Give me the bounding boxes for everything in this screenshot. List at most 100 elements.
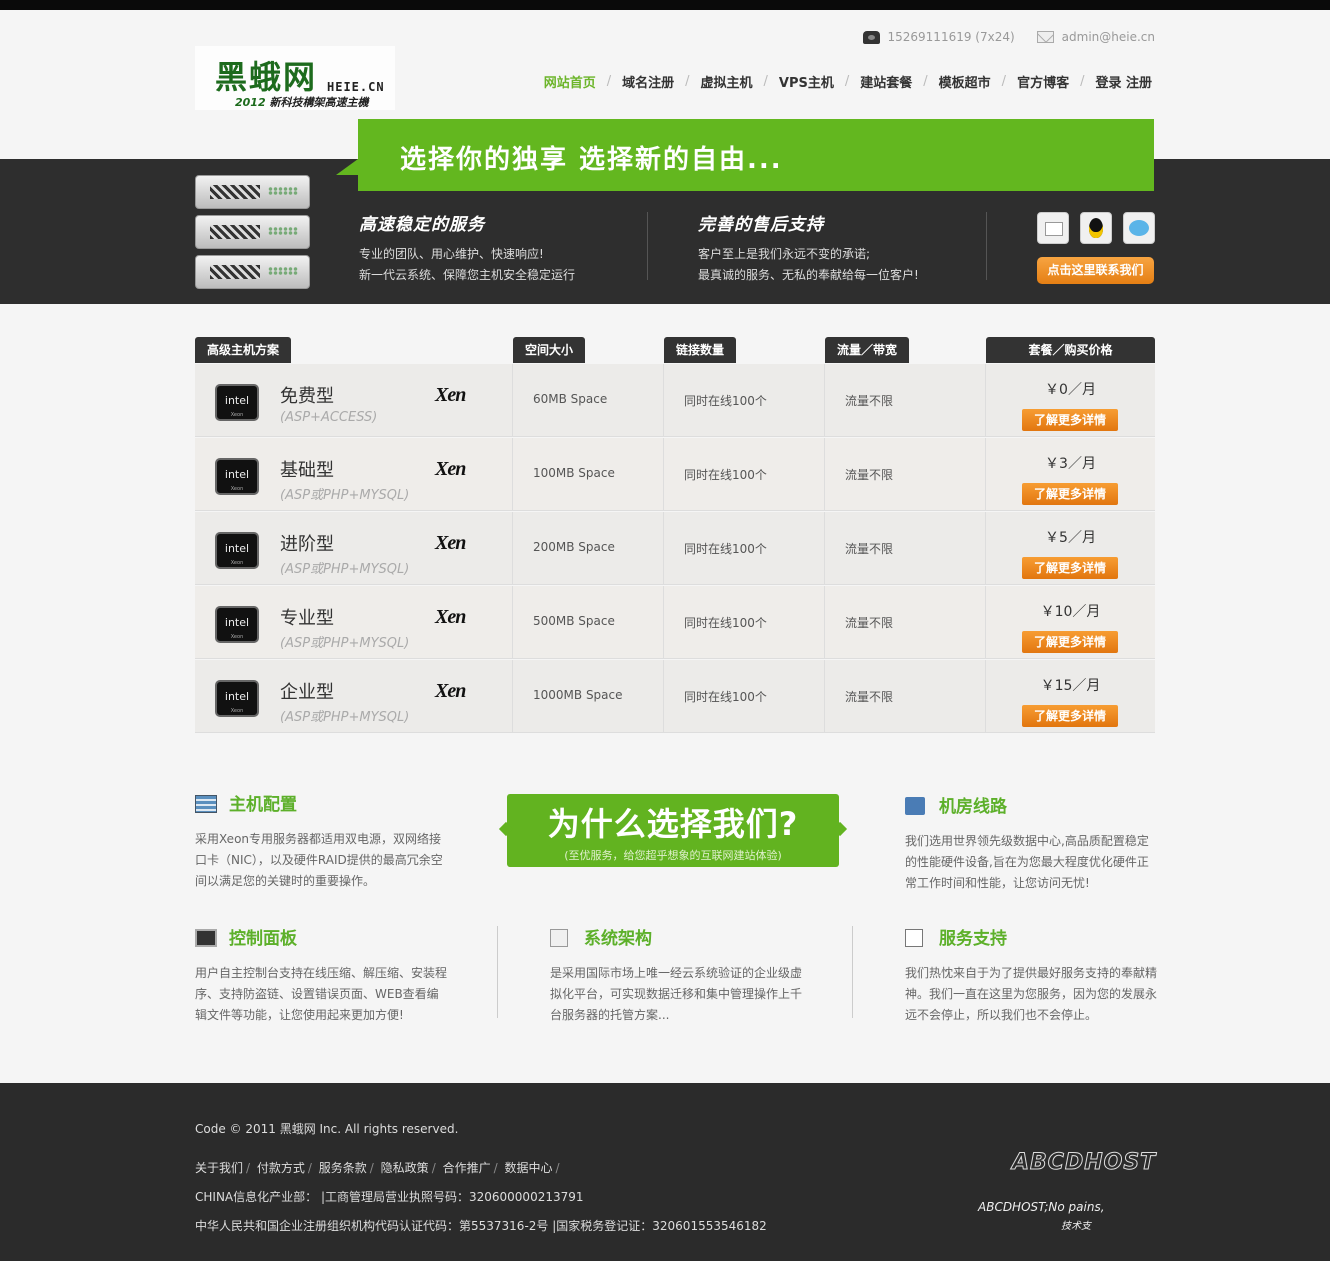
learn-more-button[interactable]: 了解更多详情 (1022, 557, 1118, 579)
nav-domain[interactable]: 域名注册 (622, 72, 674, 91)
server-config-icon (195, 795, 217, 813)
footer-link-privacy[interactable]: 隐私政策 (381, 1161, 429, 1175)
feature-heading: 控制面板 (229, 929, 297, 949)
divider (852, 926, 853, 1018)
logo-domain: HEIE.CN (327, 80, 385, 94)
footer-tagline: ABCDHOST;No pains, (978, 1200, 1105, 1214)
feature-title: 完善的售后支持 (698, 215, 824, 235)
system-icon (550, 929, 568, 947)
nav-blog[interactable]: 官方博客 (1017, 72, 1069, 91)
feature-support: 服务支持 我们热忱来自于为了提供最好服务支持的奉献精神。我们一直在这里为您服务，… (905, 929, 1160, 1026)
nav-home[interactable]: 网站首页 (544, 72, 596, 91)
footer-link-datacenter[interactable]: 数据中心 (504, 1161, 552, 1175)
xen-logo: Xen (435, 606, 466, 628)
plan-name: 基础型 (280, 460, 334, 481)
feature-title: 高速稳定的服务 (359, 215, 485, 235)
feature-heading: 服务支持 (939, 929, 1007, 949)
qq-contact-icon[interactable] (1080, 212, 1112, 244)
plan-price: ￥0／月 (1045, 382, 1096, 398)
plan-traffic: 流量不限 (845, 690, 894, 704)
nav-vps[interactable]: VPS主机 (779, 72, 834, 91)
feature-control-panel: 控制面板 用户自主控制台支持在线压缩、解压缩、安装程序、支持防盗链、设置错误页面… (195, 929, 450, 1026)
plan-space: 200MB Space (533, 540, 615, 554)
plan-name: 进阶型 (280, 534, 334, 555)
intel-xeon-icon: intel Xeon (215, 680, 259, 717)
plan-space: 1000MB Space (533, 688, 623, 702)
feature-heading: 机房线路 (939, 797, 1007, 817)
footer-tagline-sub: 技术支 (1061, 1221, 1091, 1232)
plan-name: 企业型 (280, 682, 334, 703)
intel-xeon-icon: intel Xeon (215, 532, 259, 569)
divider (497, 926, 498, 1018)
header-space: 空间大小 (513, 337, 586, 363)
header-price: 套餐／购买价格 (986, 337, 1155, 363)
slogan-text: 选择你的独享 选择新的自由... (400, 145, 783, 175)
footer-link-terms[interactable]: 服务条款 (319, 1161, 367, 1175)
feature-text: 用户自主控制台支持在线压缩、解压缩、安装程序、支持防盗链、设置错误页面、WEB查… (195, 966, 448, 1022)
learn-more-button[interactable]: 了解更多详情 (1022, 409, 1118, 431)
feature-line: 新一代云系统、保障您主机安全稳定运行 (359, 268, 576, 282)
header-links: 链接数量 (664, 337, 737, 363)
registration-info: 中华人民共和国企业注册组织机构代码认证代码：第5537316-2号 |国家税务登… (195, 1219, 767, 1233)
feature-text: 采用Xeon专用服务器都适用双电源，双网络接口卡（NIC），以及硬件RAID提供… (195, 832, 443, 888)
server-icon (195, 255, 310, 289)
feature-heading: 系统架构 (584, 929, 652, 949)
nav-virtual-host[interactable]: 虚拟主机 (701, 72, 753, 91)
feature-text: 我们热忱来自于为了提供最好服务支持的奉献精神。我们一直在这里为您服务，因为您的发… (905, 966, 1158, 1022)
plan-tech: (ASP+ACCESS) (280, 410, 378, 425)
feature-line: 客户至上是我们永远不变的承诺; (698, 247, 871, 261)
plan-tech: (ASP或PHP+MYSQL) (280, 488, 410, 503)
plan-links: 同时在线100个 (684, 394, 767, 408)
logo-tagline: 2012 新科技構架高速主機 (235, 96, 369, 109)
contact-us-button[interactable]: 点击这里联系我们 (1037, 257, 1154, 284)
support-icon (905, 929, 923, 947)
divider (986, 212, 987, 280)
plan-traffic: 流量不限 (845, 468, 894, 482)
plan-tech: (ASP或PHP+MYSQL) (280, 710, 410, 725)
nav-site-package[interactable]: 建站套餐 (860, 72, 912, 91)
plan-row: intel Xeon 基础型 (ASP或PHP+MYSQL) Xen 100MB Spac… (195, 438, 1155, 511)
learn-more-button[interactable]: 了解更多详情 (1022, 631, 1118, 653)
footer-link-about[interactable]: 关于我们 (195, 1161, 243, 1175)
nav-templates[interactable]: 模板超市 (939, 72, 991, 91)
plan-price: ￥3／月 (1045, 456, 1096, 472)
main-nav: 网站首页 / 域名注册 / 虚拟主机 / VPS主机 / 建站套餐 / 模板超市 / 官方博… (543, 72, 1152, 91)
plan-row: intel Xeon 专业型 (ASP或PHP+MYSQL) Xen 500MB Spac… (195, 586, 1155, 659)
site-logo[interactable]: 黑蛾网 HEIE.CN 2012 新科技構架高速主機 (195, 46, 395, 110)
feature-stable-service: 高速稳定的服务 专业的团队、用心维护、快速响应! 新一代云系统、保障您主机安全稳… (359, 210, 575, 286)
header-traffic: 流量／带宽 (825, 337, 910, 363)
learn-more-button[interactable]: 了解更多详情 (1022, 705, 1118, 727)
learn-more-button[interactable]: 了解更多详情 (1022, 483, 1118, 505)
plan-traffic: 流量不限 (845, 616, 894, 630)
footer-links: 关于我们 / 付款方式 / 服务条款 / 隐私政策 / 合作推广 / 数据中心 / (195, 1161, 560, 1175)
message-contact-icon[interactable] (1123, 212, 1155, 244)
plan-row: intel Xeon 免费型 (ASP+ACCESS) Xen 60MB Space 同时在… (195, 364, 1155, 437)
feature-line: 专业的团队、用心维护、快速响应! (359, 247, 544, 261)
contact-info: 15269111619 (7x24) admin@heie.cn (862, 30, 1155, 44)
plan-links: 同时在线100个 (684, 616, 767, 630)
monitor-icon (195, 929, 217, 947)
feature-architecture: 系统架构 是采用国际市场上唯一经云系统验证的企业级虚拟化平台，可实现数据迁移和集… (550, 929, 805, 1026)
footer-link-payment[interactable]: 付款方式 (257, 1161, 305, 1175)
plan-row: intel Xeon 企业型 (ASP或PHP+MYSQL) Xen 1000MB Spa… (195, 660, 1155, 733)
plan-price: ￥5／月 (1045, 530, 1096, 546)
license-info: CHINA信息化产业部： |工商管理局营业执照号码：32060000021379… (195, 1190, 584, 1204)
footer: Code © 2011 黑蛾网 Inc. All rights reserved… (0, 1083, 1330, 1261)
phone-number: 15269111619 (7x24) (887, 30, 1015, 44)
xen-logo: Xen (435, 384, 466, 406)
email-contact-icon[interactable] (1037, 212, 1069, 244)
plan-space: 60MB Space (533, 392, 608, 406)
top-bar (0, 0, 1330, 10)
email-link[interactable]: admin@heie.cn (1062, 30, 1155, 44)
footer-link-partners[interactable]: 合作推广 (443, 1161, 491, 1175)
plan-name: 专业型 (280, 608, 334, 629)
intel-xeon-icon: intel Xeon (215, 458, 259, 495)
plan-tech: (ASP或PHP+MYSQL) (280, 636, 410, 651)
footer-brand-logo: ABCDHOST (1011, 1150, 1157, 1176)
intel-xeon-icon: intel Xeon (215, 606, 259, 643)
plan-links: 同时在线100个 (684, 542, 767, 556)
server-icon (195, 175, 310, 209)
mail-icon (1036, 31, 1054, 43)
intel-xeon-icon: intel Xeon (215, 384, 259, 421)
nav-login-register[interactable]: 登录 注册 (1095, 72, 1152, 91)
